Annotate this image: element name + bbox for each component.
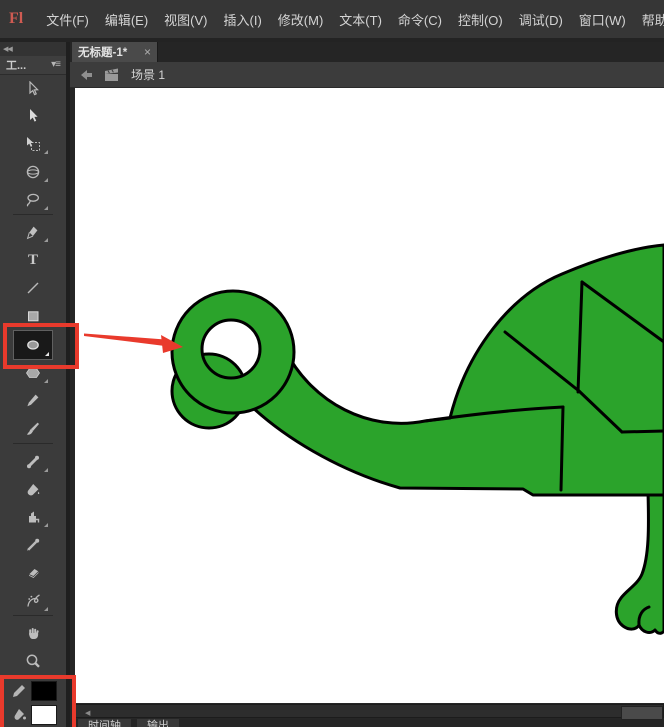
scrollbar-thumb[interactable] [621, 706, 663, 720]
collapse-panel-button[interactable]: ◀◀ [3, 45, 12, 53]
tool-pen-button[interactable] [0, 219, 66, 247]
eraser-icon [25, 565, 41, 581]
scene-clapperboard-icon [103, 67, 121, 82]
fill-color-bucket-icon [12, 708, 26, 722]
polystar-tool-icon [25, 365, 41, 381]
tool-3d-rotation-button[interactable] [0, 158, 66, 186]
menu-text[interactable]: 文本(T) [332, 10, 389, 29]
turtle-head [172, 291, 294, 413]
menu-modify[interactable]: 修改(M) [271, 10, 331, 29]
free-transform-icon [25, 136, 41, 152]
zoom-magnifier-icon [25, 653, 41, 669]
stroke-color-swatch[interactable] [31, 681, 57, 701]
menu-commands[interactable]: 命令(C) [391, 10, 449, 29]
tool-hand-button[interactable] [0, 619, 66, 647]
menu-file[interactable]: 文件(F) [39, 10, 96, 29]
tools-panel: ◀◀ 工... ▾≡ [0, 42, 70, 727]
scrollbar-track[interactable]: ◀ [75, 704, 664, 718]
hand-tool-icon [25, 625, 41, 641]
scene-breadcrumb[interactable]: 场景 1 [131, 66, 165, 83]
eyedropper-icon [25, 537, 41, 553]
text-tool-icon: T [28, 252, 38, 269]
tab-close-icon[interactable]: × [144, 45, 151, 59]
tool-paint-bucket-button[interactable] [0, 476, 66, 504]
tool-selection-button[interactable] [0, 75, 66, 103]
panel-menu-icon[interactable]: ▾≡ [51, 59, 60, 70]
menu-window[interactable]: 窗口(W) [572, 10, 633, 29]
tool-polystar-button[interactable] [0, 360, 66, 388]
tool-zoom-button[interactable] [0, 647, 66, 675]
tool-lasso-button[interactable] [0, 186, 66, 214]
document-tab-title: 无标题-1* [78, 44, 138, 60]
back-arrow-button[interactable] [78, 68, 93, 82]
line-tool-icon [25, 280, 41, 296]
tab-output[interactable]: 输出 [137, 719, 179, 727]
ink-bottle-icon [25, 509, 41, 525]
shell-plate-line [622, 431, 664, 432]
horizontal-scrollbar: ◀ [70, 703, 664, 719]
tool-subselection-button[interactable] [0, 103, 66, 131]
bottom-panel-tabs: 时间轴 输出 [70, 719, 664, 727]
fill-color-swatch[interactable] [31, 705, 57, 725]
stage-background [70, 88, 664, 703]
menu-edit[interactable]: 编辑(E) [98, 10, 155, 29]
shell-plate-line [561, 407, 563, 490]
oval-tool-icon [25, 337, 41, 353]
tool-deco-button[interactable] [0, 587, 66, 615]
tool-brush-button[interactable] [0, 415, 66, 443]
rectangle-tool-icon [25, 308, 41, 324]
turtle-drawing [75, 88, 664, 703]
tool-oval-button[interactable] [13, 330, 53, 360]
tool-bone-button[interactable] [0, 448, 66, 476]
pen-nib-icon [25, 225, 41, 241]
lasso-icon [25, 192, 41, 208]
stage[interactable] [75, 88, 664, 703]
bone-tool-icon [25, 454, 41, 470]
tab-timeline[interactable]: 时间轴 [78, 719, 131, 727]
tool-rectangle-button[interactable] [0, 302, 66, 330]
3d-rotation-globe-icon [25, 164, 41, 180]
turtle-body [238, 245, 664, 495]
menu-bar: Fl 文件(F) 编辑(E) 视图(V) 插入(I) 修改(M) 文本(T) 命… [0, 0, 664, 38]
pencil-tool-icon [25, 393, 41, 409]
tools-panel-title: 工... [6, 57, 26, 73]
paint-bucket-icon [25, 482, 41, 498]
back-arrow-icon [78, 68, 93, 82]
tool-text-button[interactable]: T [0, 246, 66, 274]
tool-line-button[interactable] [0, 274, 66, 302]
menu-view[interactable]: 视图(V) [157, 10, 214, 29]
stroke-color-pencil-icon [12, 684, 26, 698]
tool-free-transform-button[interactable] [0, 130, 66, 158]
document-area: 无标题-1* × 场景 1 [70, 42, 664, 727]
selection-cursor-icon [25, 81, 41, 97]
tool-pencil-button[interactable] [0, 387, 66, 415]
tool-ink-bottle-button[interactable] [0, 503, 66, 531]
tool-eraser-button[interactable] [0, 559, 66, 587]
menu-control[interactable]: 控制(O) [451, 10, 510, 29]
scroll-left-arrow-icon[interactable]: ◀ [85, 709, 90, 717]
edit-bar: 场景 1 [70, 62, 664, 88]
tool-colors-section [0, 679, 66, 727]
deco-spray-icon [25, 593, 41, 609]
document-tab-bar: 无标题-1* × [70, 42, 664, 62]
flash-logo: Fl [9, 10, 23, 28]
subselection-cursor-icon [25, 108, 41, 124]
menu-debug[interactable]: 调试(D) [512, 10, 570, 29]
tool-eyedropper-button[interactable] [0, 531, 66, 559]
menu-insert[interactable]: 插入(I) [217, 10, 269, 29]
brush-tool-icon [25, 421, 41, 437]
document-tab[interactable]: 无标题-1* × [72, 42, 158, 62]
menu-help[interactable]: 帮助(H) [635, 10, 664, 29]
